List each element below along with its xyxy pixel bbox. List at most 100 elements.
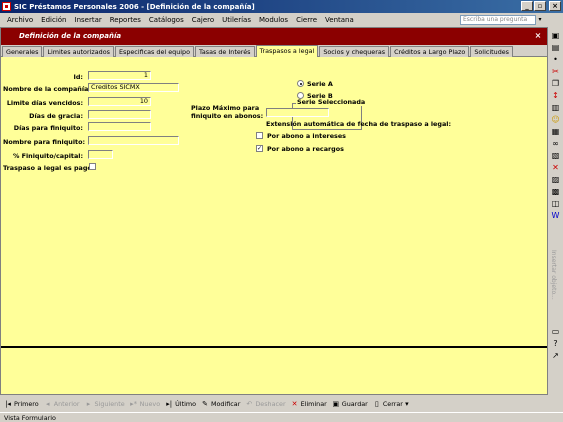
anterior-label: Anterior bbox=[53, 399, 80, 408]
print-icon[interactable]: ▤ bbox=[551, 43, 560, 52]
ultimo-button[interactable]: ▸| Último bbox=[165, 400, 196, 408]
cerrar-label: Cerrar bbox=[382, 399, 403, 408]
cerrar-button[interactable]: ▯ Cerrar ▾ bbox=[373, 400, 413, 408]
window-title: SIC Préstamos Personales 2006 - [Definic… bbox=[14, 2, 255, 11]
properties-icon[interactable]: ▧ bbox=[551, 151, 560, 160]
save-record-icon: ▣ bbox=[332, 399, 340, 408]
gracia-field[interactable] bbox=[88, 110, 151, 119]
tab-especificas-equipo[interactable]: Especificas del equipo bbox=[114, 46, 194, 57]
tab-strip: Generales Limites autorizados Especifica… bbox=[1, 45, 547, 57]
window-icon[interactable]: ▭ bbox=[551, 327, 560, 336]
window-title-bar: SIC Préstamos Personales 2006 - [Definic… bbox=[0, 0, 563, 13]
plazo-label-line1: Plazo Máximo para bbox=[191, 104, 260, 112]
menu-catalogos[interactable]: Catálogos bbox=[145, 16, 188, 24]
filter-icon[interactable]: ▥ bbox=[551, 103, 560, 112]
pct-finiquito-label: % Finiquito/capital: bbox=[13, 152, 83, 160]
pin-icon[interactable]: • bbox=[551, 55, 560, 64]
menu-edicion[interactable]: Edición bbox=[37, 16, 70, 24]
tab-limites-autorizados[interactable]: Limites autorizados bbox=[43, 46, 114, 57]
id-field[interactable]: 1 bbox=[88, 71, 151, 80]
menu-insertar[interactable]: Insertar bbox=[71, 16, 106, 24]
eliminar-label: Eliminar bbox=[300, 399, 327, 408]
database-icon[interactable]: ▨ bbox=[551, 175, 560, 184]
nombre-label: Nombre de la compañía: bbox=[3, 85, 91, 93]
tab-socios-chequeras[interactable]: Socios y chequeras bbox=[319, 46, 390, 57]
delete-icon[interactable]: ✕ bbox=[551, 163, 560, 172]
abono-intereses-checkbox[interactable] bbox=[256, 132, 263, 139]
pct-finiquito-field[interactable] bbox=[88, 150, 113, 159]
nombre-finiquito-field[interactable] bbox=[88, 136, 179, 145]
ask-dropdown-icon[interactable]: ▾ bbox=[536, 15, 544, 25]
deshacer-button[interactable]: ↶ Deshacer bbox=[245, 400, 285, 408]
previous-record-icon: ◂ bbox=[45, 399, 50, 408]
scissors-icon[interactable]: ✂ bbox=[551, 67, 560, 76]
anterior-button[interactable]: ◂ Anterior bbox=[44, 400, 80, 408]
modificar-button[interactable]: ✎ Modificar bbox=[201, 400, 240, 408]
chevron-down-icon[interactable]: ▾ bbox=[403, 400, 411, 408]
record-nav-bar: |◂ Primero ◂ Anterior ▸ Siguiente ▸* Nuevo ▸… bbox=[0, 395, 548, 412]
primero-button[interactable]: |◂ Primero bbox=[4, 400, 39, 408]
siguiente-button[interactable]: ▸ Siguiente bbox=[85, 400, 125, 408]
tab-creditos-largo-plazo[interactable]: Créditos a Largo Plazo bbox=[390, 46, 470, 57]
abono-intereses-label: Por abono a intereses bbox=[267, 132, 346, 140]
arrow-icon[interactable]: ↗ bbox=[551, 351, 560, 360]
minimize-icon[interactable]: _ bbox=[521, 1, 533, 11]
binoculars-icon[interactable]: ∞ bbox=[551, 139, 560, 148]
tab-solicitudes[interactable]: Solicitudes bbox=[470, 46, 514, 57]
grid-icon[interactable]: ▦ bbox=[551, 127, 560, 136]
abono-recargos-checkbox[interactable] bbox=[256, 145, 263, 152]
close-icon[interactable]: × bbox=[549, 1, 561, 11]
guardar-button[interactable]: ▣ Guardar bbox=[332, 399, 368, 408]
id-label: Id: bbox=[73, 73, 83, 81]
new-object-icon[interactable]: ◫ bbox=[551, 199, 560, 208]
serie-b-radio[interactable] bbox=[297, 92, 304, 99]
limite-label: Limite días vencidos: bbox=[6, 99, 83, 107]
guardar-label: Guardar bbox=[341, 399, 368, 408]
menu-cierre[interactable]: Cierre bbox=[292, 16, 321, 24]
form-divider bbox=[1, 346, 547, 348]
close-door-icon: ▯ bbox=[374, 399, 379, 408]
tab-generales[interactable]: Generales bbox=[2, 46, 43, 57]
deshacer-label: Deshacer bbox=[255, 399, 286, 408]
nombre-finiquito-label: Nombre para finiquito: bbox=[3, 138, 86, 146]
nombre-field[interactable]: Creditos SICMX bbox=[88, 83, 179, 92]
serie-a-radio[interactable] bbox=[297, 80, 304, 87]
word-icon[interactable]: W bbox=[551, 211, 560, 220]
save-icon[interactable]: ▣ bbox=[551, 31, 560, 40]
eliminar-button[interactable]: ✕ Eliminar bbox=[291, 400, 327, 408]
form-header: Definición de la compañía × bbox=[1, 28, 547, 45]
tab-traspasos-legal[interactable]: Traspasos a legal bbox=[255, 45, 319, 57]
menu-ventana[interactable]: Ventana bbox=[321, 16, 358, 24]
insert-object-text: Insertar objeto... bbox=[550, 250, 557, 300]
window-controls: _ ▫ × bbox=[521, 1, 561, 11]
plazo-field[interactable] bbox=[266, 108, 329, 117]
menu-reportes[interactable]: Reportes bbox=[106, 16, 145, 24]
toolbox-icon[interactable]: ▩ bbox=[551, 187, 560, 196]
menu-cajero[interactable]: Cajero bbox=[188, 16, 218, 24]
nuevo-button[interactable]: ▸* Nuevo bbox=[130, 400, 160, 408]
copy-icon[interactable]: ❐ bbox=[551, 79, 560, 88]
ask-question-input[interactable]: Escriba una pregunta bbox=[460, 15, 536, 25]
help-icon[interactable]: ? bbox=[551, 339, 560, 348]
smiley-icon[interactable]: ☺ bbox=[551, 115, 560, 124]
tab-tasas-interes[interactable]: Tasas de Interés bbox=[195, 46, 255, 57]
traspaso-pago-checkbox[interactable] bbox=[89, 163, 96, 170]
menu-utilerias[interactable]: Utilerías bbox=[218, 16, 255, 24]
abono-recargos-label: Por abono a recargos bbox=[267, 145, 344, 153]
serie-b-label: Serie B bbox=[307, 92, 333, 100]
restore-icon[interactable]: ▫ bbox=[534, 1, 546, 11]
gracia-label: Días de gracia: bbox=[29, 112, 83, 120]
app-icon bbox=[2, 2, 11, 11]
status-bar: Vista Formulario bbox=[0, 412, 563, 422]
finiquito-dias-label: Días para finiquito: bbox=[13, 124, 83, 132]
menu-archivo[interactable]: Archivo bbox=[3, 16, 37, 24]
undo-icon: ↶ bbox=[246, 399, 253, 408]
first-record-icon: |◂ bbox=[5, 399, 11, 408]
menu-modulos[interactable]: Modulos bbox=[255, 16, 292, 24]
finiquito-dias-field[interactable] bbox=[88, 122, 151, 131]
form-close-icon[interactable]: × bbox=[532, 30, 544, 42]
limite-field[interactable]: 10 bbox=[88, 97, 151, 106]
form-header-title: Definición de la compañía bbox=[19, 32, 122, 40]
sort-icon[interactable]: ↕ bbox=[551, 91, 560, 100]
siguiente-label: Siguiente bbox=[94, 399, 125, 408]
